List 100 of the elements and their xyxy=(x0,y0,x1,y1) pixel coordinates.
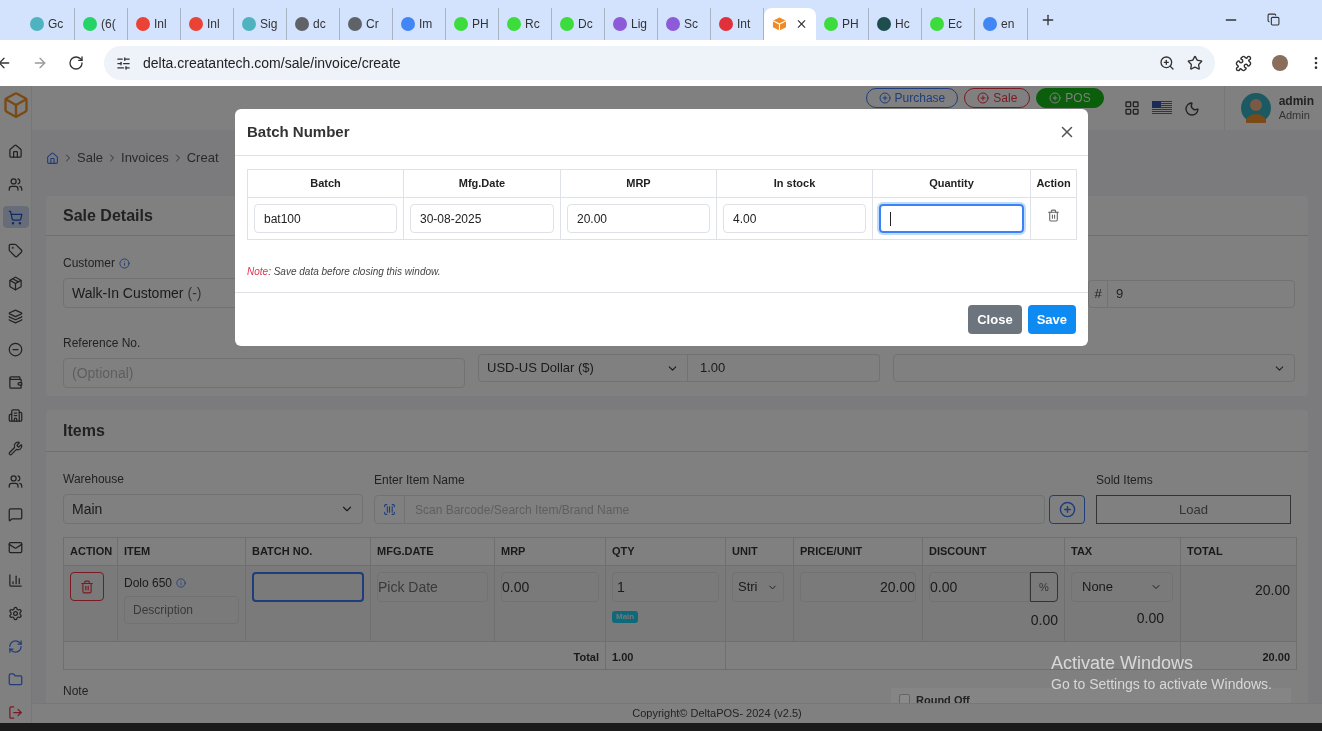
restore-icon[interactable] xyxy=(1267,13,1280,26)
plus-icon xyxy=(1049,92,1062,104)
column-header: In stock xyxy=(716,169,873,198)
tab-title: Rc xyxy=(525,16,540,33)
sidebar-item[interactable] xyxy=(2,206,29,228)
info-icon[interactable] xyxy=(119,257,130,269)
extensions-icon[interactable] xyxy=(1235,54,1252,72)
number-prefix: # xyxy=(1089,281,1108,307)
plus-circle-icon xyxy=(1058,501,1076,518)
refresh-icon xyxy=(8,638,23,654)
batch-input[interactable]: 30-08-2025 xyxy=(410,204,554,233)
tab-title: Gc xyxy=(48,16,64,33)
tax-select[interactable]: None xyxy=(1071,572,1173,602)
field-label: Reference No. xyxy=(63,335,142,352)
field-label: Note xyxy=(63,683,89,700)
price-input[interactable]: 20.00 xyxy=(800,572,916,602)
select-field[interactable] xyxy=(893,354,1295,382)
warehouse-badge: Main xyxy=(612,611,639,623)
address-field[interactable]: delta.creatantech.com/sale/invoice/create xyxy=(104,46,1215,80)
quantity-input[interactable] xyxy=(879,204,1024,233)
exchange-rate-input[interactable]: 1.00 xyxy=(688,354,880,382)
chart-icon xyxy=(8,572,23,588)
mrp-input[interactable]: 0.00 xyxy=(501,572,599,602)
field-label: Sold Items xyxy=(1096,472,1154,489)
unit-select[interactable]: Stri xyxy=(732,572,784,602)
modal-button[interactable]: Save xyxy=(1027,305,1076,334)
dark-mode-icon[interactable] xyxy=(1183,101,1200,117)
us-flag-icon[interactable] xyxy=(1151,101,1172,115)
qty-input[interactable]: 1 xyxy=(612,572,719,602)
cube-logo-icon xyxy=(1,91,30,119)
delete-row-button[interactable] xyxy=(70,572,104,601)
forward-icon[interactable] xyxy=(32,55,48,71)
apps-grid-icon[interactable] xyxy=(1123,100,1140,116)
tab-title: Lig xyxy=(631,16,647,33)
bookmark-star-icon[interactable] xyxy=(1187,55,1203,71)
trash-icon xyxy=(80,579,94,594)
tab-title: Inl xyxy=(154,16,167,33)
card-title: Items xyxy=(63,420,105,441)
url-text: delta.creatantech.com/sale/invoice/create xyxy=(143,53,401,73)
batch-input[interactable]: bat100 xyxy=(254,204,397,233)
logout-icon xyxy=(8,704,23,720)
building-icon xyxy=(8,407,23,423)
discount-input[interactable]: 0.00 xyxy=(929,572,1030,602)
column-header: PRICE/UNIT xyxy=(793,537,923,566)
tax-amount: 0.00 xyxy=(1136,609,1164,628)
total-amount: 20.00 xyxy=(1262,650,1290,663)
invoice-number-field[interactable]: # 9 xyxy=(1088,280,1295,308)
column-header: TAX xyxy=(1064,537,1181,566)
column-header: MRP xyxy=(560,169,717,198)
tab-title: Sc xyxy=(684,16,698,33)
tab-title: Cr xyxy=(366,16,379,33)
batch-input[interactable]: 4.00 xyxy=(723,204,866,233)
tab-title: PH xyxy=(472,16,489,33)
layers-icon xyxy=(8,308,23,324)
plus-icon xyxy=(878,92,891,104)
column-header: MRP xyxy=(494,537,606,566)
column-header: BATCH NO. xyxy=(245,537,371,566)
tab-title: Int xyxy=(737,16,751,33)
trash-icon[interactable] xyxy=(1047,208,1060,222)
batch-input[interactable]: 20.00 xyxy=(567,204,710,233)
plus-icon xyxy=(977,92,990,104)
column-header: QTY xyxy=(605,537,726,566)
zoom-icon[interactable] xyxy=(1159,55,1175,71)
user-name: admin xyxy=(1278,94,1314,108)
folder-icon xyxy=(8,671,23,687)
breadcrumb-item: Creat xyxy=(186,149,219,168)
field-label: Enter Item Name xyxy=(374,472,466,489)
total-qty: 1.00 xyxy=(612,650,634,663)
tab-title: Dc xyxy=(578,16,593,33)
modal-note: Note: Save data before closing this window. xyxy=(247,265,442,279)
column-header: Batch xyxy=(247,169,404,198)
currency-select[interactable]: USD-US Dollar ($) xyxy=(478,354,688,382)
profile-avatar[interactable] xyxy=(1272,55,1288,71)
batch-input[interactable] xyxy=(252,572,364,602)
mail-icon xyxy=(8,539,23,555)
round-off-checkbox[interactable] xyxy=(899,694,910,703)
column-header: Quantity xyxy=(872,169,1031,198)
users-icon xyxy=(8,473,23,489)
column-header: DISCOUNT xyxy=(922,537,1065,566)
add-item-button[interactable] xyxy=(1049,495,1085,524)
reload-icon[interactable] xyxy=(68,55,84,71)
wallet-icon xyxy=(8,374,23,390)
column-header: TOTAL xyxy=(1180,537,1297,566)
new-tab-icon[interactable] xyxy=(1040,12,1056,28)
total-label: Total xyxy=(573,650,599,663)
tab-title: Sig xyxy=(260,16,278,33)
package-icon xyxy=(8,275,23,291)
home-icon xyxy=(8,143,23,159)
tab-title: Im xyxy=(419,16,433,33)
minus-circle-icon xyxy=(8,341,23,357)
tab-title: (6( xyxy=(101,16,116,33)
tab-title: en xyxy=(1001,16,1015,33)
modal-button[interactable]: Close xyxy=(968,305,1022,334)
wrench-icon xyxy=(8,440,23,456)
discount-amount: 0.00 xyxy=(1030,611,1058,630)
home-icon[interactable] xyxy=(46,151,59,165)
warehouse-select[interactable]: Main xyxy=(63,494,363,524)
site-info-icon[interactable] xyxy=(116,55,131,71)
barcode-scan-icon[interactable] xyxy=(383,503,396,516)
back-icon[interactable] xyxy=(0,55,12,71)
